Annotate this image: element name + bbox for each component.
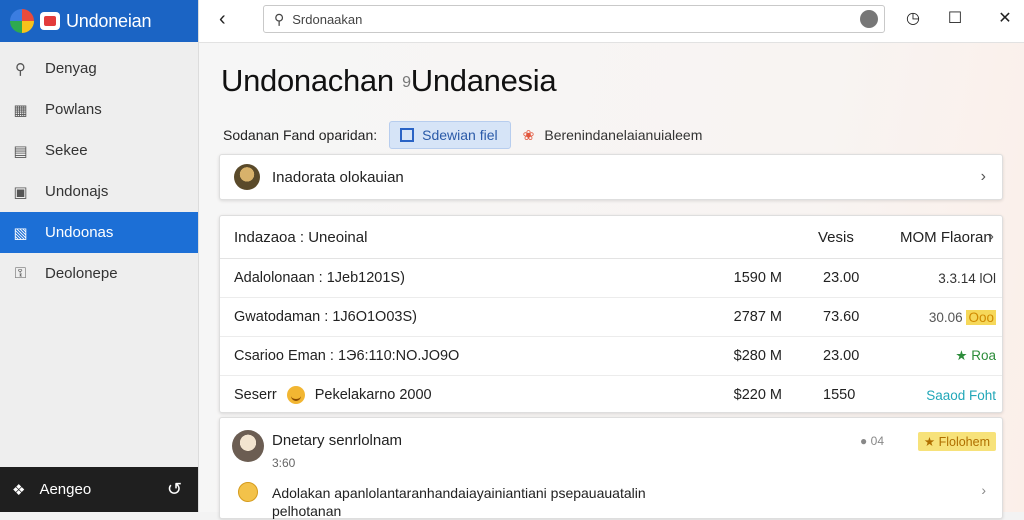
smile-icon [286,386,305,404]
page-title-right: Undanesia [410,63,557,98]
row-value: 1590 M [733,270,782,286]
row-value: $280 M [733,348,782,364]
footer-label: Aengeo [39,481,92,498]
table-row[interactable]: Adalolonaan : 1Jeb1201S) 1590 M 23.00 3.… [220,259,1002,298]
chevron-right-icon[interactable]: › [989,228,994,246]
sidebar: Undonеian ⚲ Denyag ▦ Powlans ▤ Sekee ▣ U… [0,0,199,512]
sidebar-item-label: Undoonas [45,224,114,241]
activity-meta-value: 04 [870,434,884,448]
activity-subtitle: 3:60 [272,456,296,470]
app-title: Undonеian [66,10,152,31]
search-icon: ⚲ [274,10,285,27]
chart-icon: ▣ [13,183,28,201]
table-row[interactable]: Csarioo Eman : 1Э6:110:NO.JO9O $280 M 23… [220,337,1002,376]
sidebar-item-label: Undonajs [45,183,109,200]
star-icon: ★ [955,348,968,363]
row-name: Seserr Pekelakarno 2000 [234,386,432,404]
sidebar-item-label: Deolonepe [45,265,118,282]
sidebar-footer[interactable]: ❖ Aengeo ↺ [0,467,198,512]
sidebar-item-label: Sekee [45,142,88,159]
row-status: 3.3.14 lOl [938,270,996,286]
row-number: 23.00 [823,270,860,286]
row-status-value: Roa [971,348,996,363]
maximize-button[interactable]: ☐ [943,8,967,28]
sidebar-item-powlans[interactable]: ▦ Powlans [0,89,198,130]
filter-row: Sodanan Fand oparidan: Sdewian fiel ❀ Be… [223,121,702,149]
app-logo-icon [10,9,34,33]
row-status-value: 30.06 [928,309,963,325]
sidebar-item-sekee[interactable]: ▤ Sekee [0,130,198,171]
row-name: Csarioo Eman : 1Э6:110:NO.JO9O [234,348,460,364]
sidebar-item-undonajs[interactable]: ▣ Undonajs [0,171,198,212]
activity-text: Adolakan apanlolantaranhandaiayainiantia… [272,485,646,519]
table-row[interactable]: Seserr Pekelakarno 2000 $220 M 1550 Saao… [220,376,1002,414]
account-label: Inadorata olokauian [272,168,404,186]
page-title: Undonachan 9Undanesia [221,63,557,99]
square-icon [400,128,415,142]
chevron-right-icon[interactable]: › [981,168,986,186]
filter-chip-primary-label: Sdewian fiel [422,127,498,143]
app-badge-icon [40,12,60,30]
filter-chip-secondary[interactable]: ❀ Berenindanelaianuialeem [523,127,703,144]
table-row[interactable]: Gwatodaman : 1J6O1O03S) 2787 M 73.60 30.… [220,298,1002,337]
filter-chip-secondary-label: Berenindanelaianuialeem [544,127,703,143]
row-name: Gwatodaman : 1J6O1O03S) [234,309,417,325]
sidebar-item-undoonas[interactable]: ▧ Undoonas [0,212,198,253]
status-badge-label: Flolohem [938,435,990,449]
apps-icon: ❖ [12,481,26,499]
search-input[interactable] [290,10,835,28]
sidebar-nav: ⚲ Denyag ▦ Powlans ▤ Sekee ▣ Undonajs ▧ … [0,48,198,294]
assistant-icon[interactable] [860,10,878,28]
close-button[interactable]: ✕ [993,8,1017,28]
header-vesis[interactable]: Vesis [818,229,854,246]
grid-icon: ▦ [13,101,28,119]
row-number: 1550 [823,387,856,403]
logout-icon[interactable]: ↺ [167,479,182,500]
row-name: Adalolonaan : 1Jeb1201S) [234,270,405,286]
row-name-text: Seserr [234,387,277,403]
row-number: 23.00 [823,348,860,364]
activity-title: Dnetary senrlolnam [272,432,403,449]
row-value: 2787 M [733,309,782,325]
sidebar-item-label: Powlans [45,101,102,118]
app-brand[interactable]: Undonеian [0,0,198,42]
main-content: Undonachan 9Undanesia Sodanan Fand opari… [199,43,1024,519]
row-status: Saaod Foht [926,387,996,403]
row-number: 73.60 [823,309,860,325]
page-title-separator: 9 [402,73,411,91]
panel-icon: ▤ [13,142,28,160]
key-icon: ⚿ [14,265,27,282]
calendar-icon: ▧ [13,224,28,242]
row-status: 30.06 Ooo [928,309,996,325]
sidebar-item-deolonepe[interactable]: ⚿ Deolonepe [0,253,198,294]
back-button[interactable]: ‹ [219,8,226,31]
top-bar: ‹ ⚲ ◷ ☐ ✕ [199,0,1024,43]
status-badge[interactable]: ★ Flolohem [917,432,996,451]
avatar [232,430,264,462]
account-card[interactable]: Inadorata olokauian › [219,154,1003,200]
row-status: ★ Roa [955,348,996,364]
header-name: Indazaoa : Uneoinal [234,228,368,246]
page-title-left: Undonachan [221,63,394,98]
coin-icon [238,482,258,502]
chevron-right-icon[interactable]: › [981,482,986,498]
row-name-extra: Pekelakarno 2000 [314,387,432,403]
table-header: Indazaoa : Uneoinal Vesis MOM Flaoran › [220,216,1002,259]
sidebar-item-denyag[interactable]: ⚲ Denyag [0,48,198,89]
avatar [234,164,260,190]
header-mom[interactable]: MOM Flaoran [900,229,992,246]
search-box[interactable]: ⚲ [263,5,885,33]
row-status-badge: Ooo [966,309,996,325]
search-icon: ⚲ [15,60,26,78]
row-value: $220 M [733,387,782,403]
activity-meta: ● 04 [860,434,884,448]
filter-chip-primary[interactable]: Sdewian fiel [389,121,511,149]
data-table: Indazaoa : Uneoinal Vesis MOM Flaoran › … [219,215,1003,413]
timer-icon[interactable]: ◷ [901,8,925,28]
filter-label: Sodanan Fand oparidan: [223,127,378,143]
sidebar-item-label: Denyag [45,60,97,77]
flower-icon: ❀ [522,126,535,143]
activity-card[interactable]: Dnetary senrlolnam 3:60 ● 04 ★ Flolohem … [219,417,1003,519]
